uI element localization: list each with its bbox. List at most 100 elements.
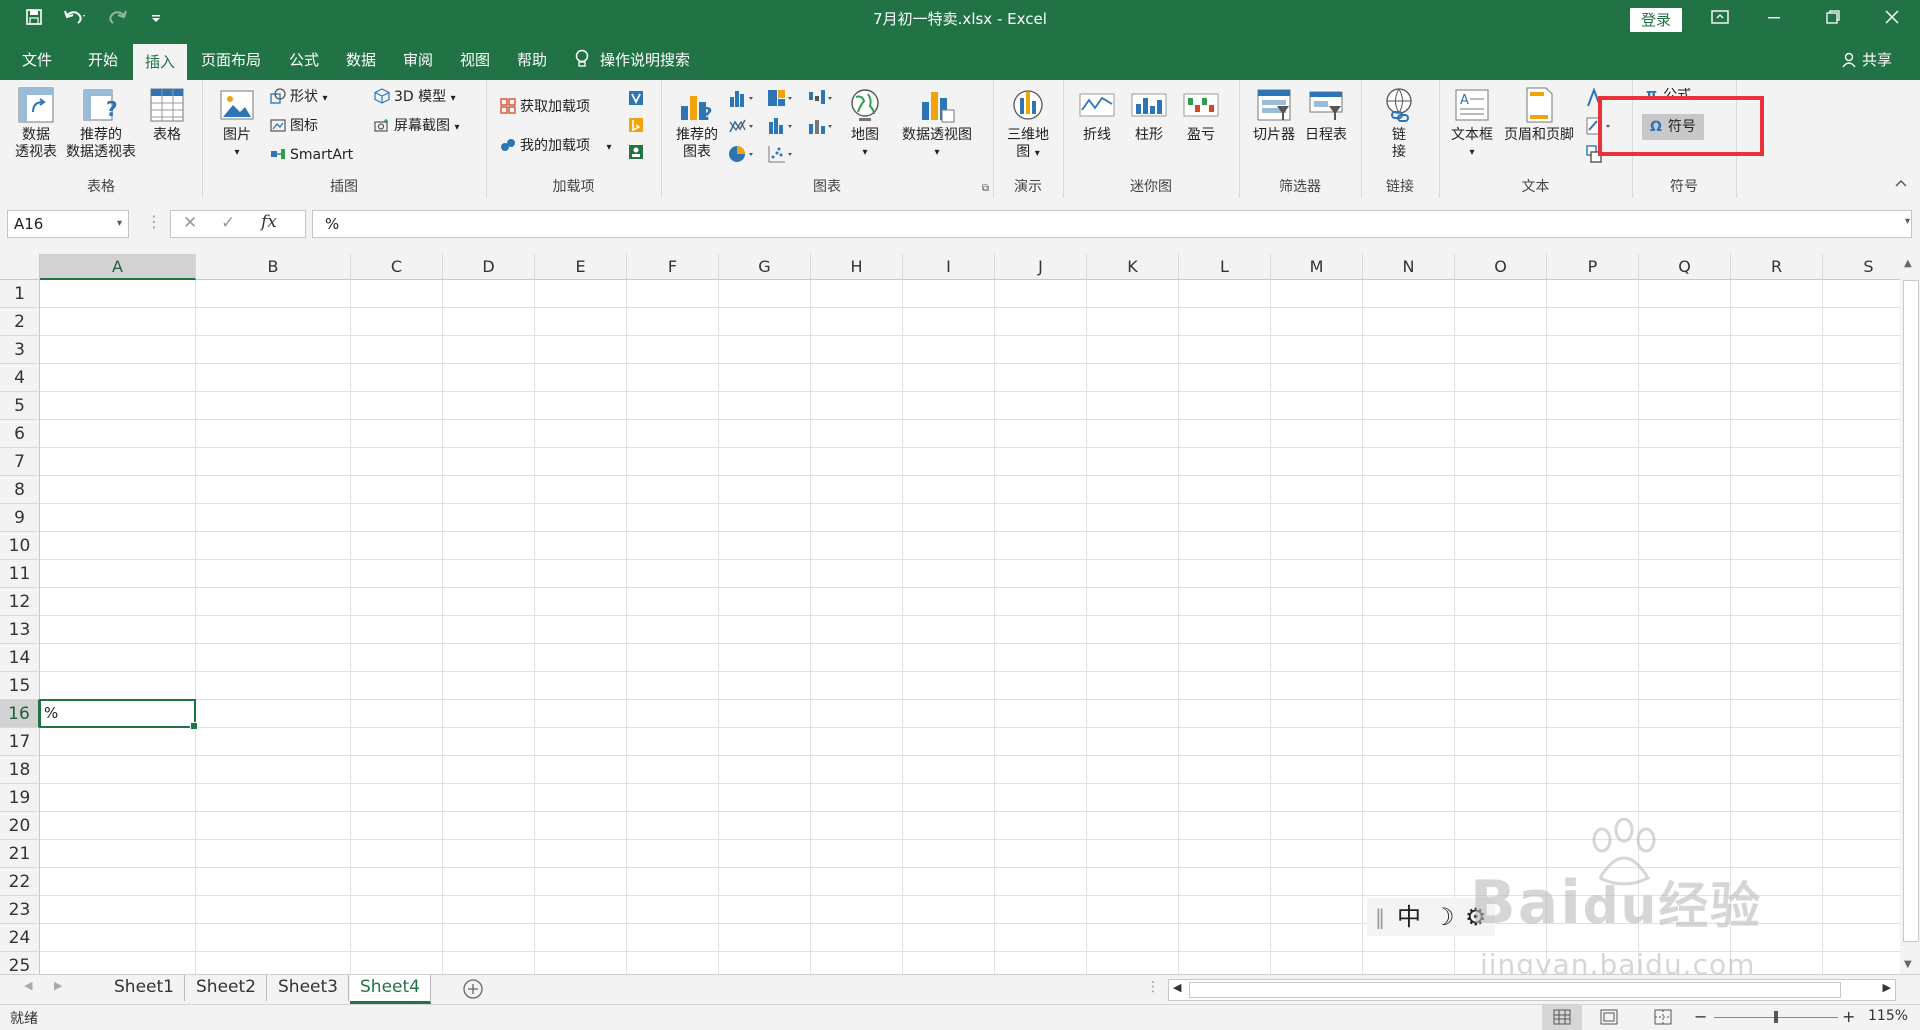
column-header[interactable]: C [351, 254, 443, 280]
column-header[interactable]: J [995, 254, 1087, 280]
insert-function-icon[interactable]: fx [261, 212, 277, 232]
login-button[interactable]: 登录 [1630, 8, 1682, 32]
tab-help[interactable]: 帮助 [508, 40, 556, 80]
ime-grip-icon[interactable]: ‖ [1375, 898, 1385, 936]
select-all-corner[interactable] [0, 254, 40, 280]
sparkline-line-button[interactable]: 折线 [1077, 86, 1117, 144]
prev-sheet-icon[interactable]: ◀ [24, 979, 32, 992]
vertical-scroll-thumb[interactable] [1903, 280, 1919, 942]
scroll-down-icon[interactable]: ▼ [1904, 959, 1912, 970]
waterfall-chart-icon[interactable] [807, 88, 835, 112]
tab-insert[interactable]: 插入 [133, 44, 187, 80]
screenshot-button[interactable]: 屏幕截图 ▾ [374, 115, 459, 137]
zoom-slider[interactable] [1714, 1011, 1838, 1023]
column-header[interactable]: D [443, 254, 535, 280]
minimize-icon[interactable] [1751, 0, 1797, 40]
row-header[interactable]: 7 [0, 448, 40, 476]
row-header[interactable]: 14 [0, 644, 40, 672]
new-sheet-icon[interactable] [462, 978, 484, 1004]
statistic-chart-icon[interactable] [767, 116, 795, 140]
close-icon[interactable] [1869, 0, 1915, 40]
cancel-entry-icon[interactable]: ✕ [183, 213, 197, 233]
zoom-out-icon[interactable]: − [1694, 1007, 1707, 1026]
tab-file[interactable]: 文件 [12, 40, 62, 80]
row-header[interactable]: 6 [0, 420, 40, 448]
collapse-ribbon-icon[interactable] [1894, 176, 1908, 192]
expand-formula-bar-icon[interactable]: ▾ [1905, 216, 1910, 227]
horizontal-scroll-thumb[interactable] [1189, 982, 1841, 998]
row-header[interactable]: 3 [0, 336, 40, 364]
people-graph-icon[interactable] [628, 144, 644, 164]
combo-chart-icon[interactable] [807, 116, 835, 140]
tab-splitter-icon[interactable]: ⋮ [1146, 979, 1160, 995]
tab-review[interactable]: 审阅 [394, 40, 442, 80]
sparkline-column-button[interactable]: 柱形 [1129, 86, 1169, 144]
column-header[interactable]: M [1271, 254, 1363, 280]
row-header[interactable]: 10 [0, 532, 40, 560]
tell-me-search[interactable]: 操作说明搜索 [574, 40, 714, 80]
next-sheet-icon[interactable]: ▶ [54, 979, 62, 992]
link-button[interactable]: 链 接 [1377, 86, 1421, 161]
line-chart-icon[interactable] [728, 116, 756, 140]
3d-map-button[interactable]: 三维地 图 ▾ [1003, 86, 1053, 162]
smartart-button[interactable]: SmartArt [270, 144, 353, 166]
row-header[interactable]: 11 [0, 560, 40, 588]
scroll-up-icon[interactable]: ▲ [1904, 258, 1912, 269]
confirm-entry-icon[interactable]: ✓ [221, 213, 235, 233]
row-header[interactable]: 17 [0, 728, 40, 756]
timeline-button[interactable]: 日程表 [1301, 86, 1351, 144]
tab-page-layout[interactable]: 页面布局 [196, 40, 266, 80]
row-header[interactable]: 18 [0, 756, 40, 784]
column-header[interactable]: O [1455, 254, 1547, 280]
hierarchy-chart-icon[interactable] [767, 88, 795, 112]
header-footer-button[interactable]: 页眉和页脚 [1499, 86, 1579, 144]
row-header[interactable]: 4 [0, 364, 40, 392]
formula-input[interactable]: % [312, 210, 1912, 238]
row-header[interactable]: 15 [0, 672, 40, 700]
bing-icon[interactable] [628, 117, 644, 137]
table-button[interactable]: 表格 [143, 86, 191, 144]
pivotchart-button[interactable]: 数据透视图 ▾ [897, 86, 977, 161]
vertical-scrollbar[interactable]: ▲ ▼ [1900, 254, 1920, 974]
row-header[interactable]: 13 [0, 616, 40, 644]
row-header[interactable]: 8 [0, 476, 40, 504]
save-icon[interactable] [22, 8, 46, 32]
row-header[interactable]: 9 [0, 504, 40, 532]
slicer-button[interactable]: 切片器 [1249, 86, 1299, 144]
column-header[interactable]: N [1363, 254, 1455, 280]
row-header[interactable]: 24 [0, 924, 40, 952]
column-header[interactable]: A [40, 254, 196, 280]
column-header[interactable]: B [196, 254, 351, 280]
pie-chart-icon[interactable] [728, 144, 756, 168]
zoom-level[interactable]: 115% [1868, 1008, 1908, 1024]
recommended-charts-button[interactable]: ? 推荐的 图表 [673, 86, 721, 161]
3d-models-button[interactable]: 3D 模型 ▾ [374, 86, 456, 108]
row-header[interactable]: 23 [0, 896, 40, 924]
tab-view[interactable]: 视图 [451, 40, 499, 80]
column-header[interactable]: K [1087, 254, 1179, 280]
customize-qat-icon[interactable] [148, 8, 164, 32]
tab-formulas[interactable]: 公式 [280, 40, 328, 80]
row-header[interactable]: 12 [0, 588, 40, 616]
row-header[interactable]: 5 [0, 392, 40, 420]
row-header[interactable]: 1 [0, 280, 40, 308]
column-header[interactable]: Q [1639, 254, 1731, 280]
row-header[interactable]: 25 [0, 952, 40, 974]
column-header[interactable]: G [719, 254, 811, 280]
page-break-view-icon[interactable] [1654, 1009, 1672, 1029]
sheet-tab-2[interactable]: Sheet2 [186, 975, 267, 1001]
scatter-chart-icon[interactable] [767, 144, 795, 168]
pivottable-button[interactable]: 数据 透视表 [10, 86, 62, 161]
column-header[interactable]: L [1179, 254, 1271, 280]
column-header[interactable]: E [535, 254, 627, 280]
visio-icon[interactable] [628, 90, 644, 110]
icons-button[interactable]: 图标 [270, 115, 318, 137]
row-header[interactable]: 21 [0, 840, 40, 868]
sheet-tab-3[interactable]: Sheet3 [268, 975, 349, 1001]
column-header[interactable]: F [627, 254, 719, 280]
zoom-slider-thumb[interactable] [1774, 1011, 1778, 1023]
redo-icon[interactable] [103, 8, 137, 32]
get-addins-button[interactable]: 获取加载项 [500, 96, 590, 118]
column-chart-icon[interactable] [728, 88, 756, 112]
share-button[interactable]: 共享 [1842, 40, 1892, 80]
